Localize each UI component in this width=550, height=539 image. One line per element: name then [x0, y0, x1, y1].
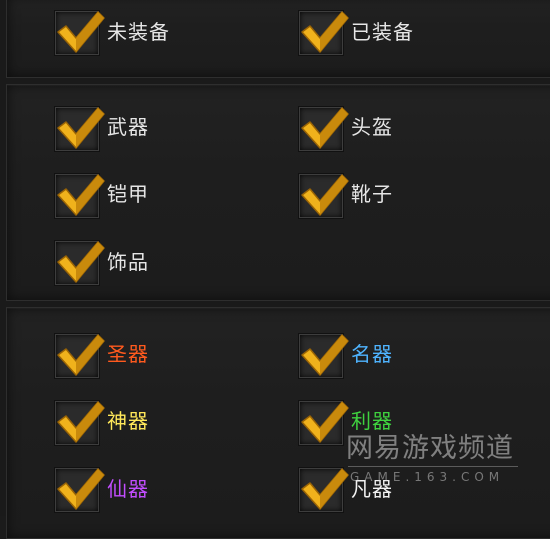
checkbox-weapon[interactable] [55, 107, 105, 151]
checkbox-unequipped[interactable] [55, 11, 105, 55]
label-holy-grade[interactable]: 圣器 [107, 344, 149, 364]
watermark-subtitle: GAME.163.COM [350, 470, 505, 484]
check-icon [301, 468, 349, 510]
checkbox-immortal-grade[interactable] [55, 468, 105, 512]
label-divine-grade[interactable]: 神器 [107, 411, 149, 431]
item-filter-panel: 未装备 已装备 武器 头盔 铠甲 靴子 饰品 圣器 名器 神器 利器 仙器 凡器… [0, 0, 550, 539]
check-icon [57, 107, 105, 149]
checkbox-equipped[interactable] [299, 11, 349, 55]
check-icon [301, 334, 349, 376]
checkbox-armor[interactable] [55, 174, 105, 218]
check-icon [57, 11, 105, 53]
check-icon [301, 401, 349, 443]
check-icon [57, 334, 105, 376]
check-icon [301, 11, 349, 53]
check-icon [301, 107, 349, 149]
watermark-title: 网易游戏频道 [346, 433, 514, 464]
label-boots[interactable]: 靴子 [351, 184, 393, 204]
check-icon [57, 468, 105, 510]
label-accessory[interactable]: 饰品 [107, 252, 149, 272]
checkbox-holy-grade[interactable] [55, 334, 105, 378]
check-icon [57, 401, 105, 443]
checkbox-boots[interactable] [299, 174, 349, 218]
checkbox-famous-grade[interactable] [299, 334, 349, 378]
watermark-divider [348, 466, 518, 467]
label-unequipped[interactable]: 未装备 [107, 22, 170, 42]
checkbox-common-grade[interactable] [299, 468, 349, 512]
check-icon [57, 174, 105, 216]
checkbox-sharp-grade[interactable] [299, 401, 349, 445]
checkbox-helmet[interactable] [299, 107, 349, 151]
checkbox-accessory[interactable] [55, 241, 105, 285]
check-icon [301, 174, 349, 216]
label-helmet[interactable]: 头盔 [351, 117, 393, 137]
checkbox-divine-grade[interactable] [55, 401, 105, 445]
label-weapon[interactable]: 武器 [107, 117, 149, 137]
label-famous-grade[interactable]: 名器 [351, 344, 393, 364]
label-immortal-grade[interactable]: 仙器 [107, 479, 149, 499]
check-icon [57, 241, 105, 283]
label-armor[interactable]: 铠甲 [107, 184, 149, 204]
label-equipped[interactable]: 已装备 [351, 22, 414, 42]
